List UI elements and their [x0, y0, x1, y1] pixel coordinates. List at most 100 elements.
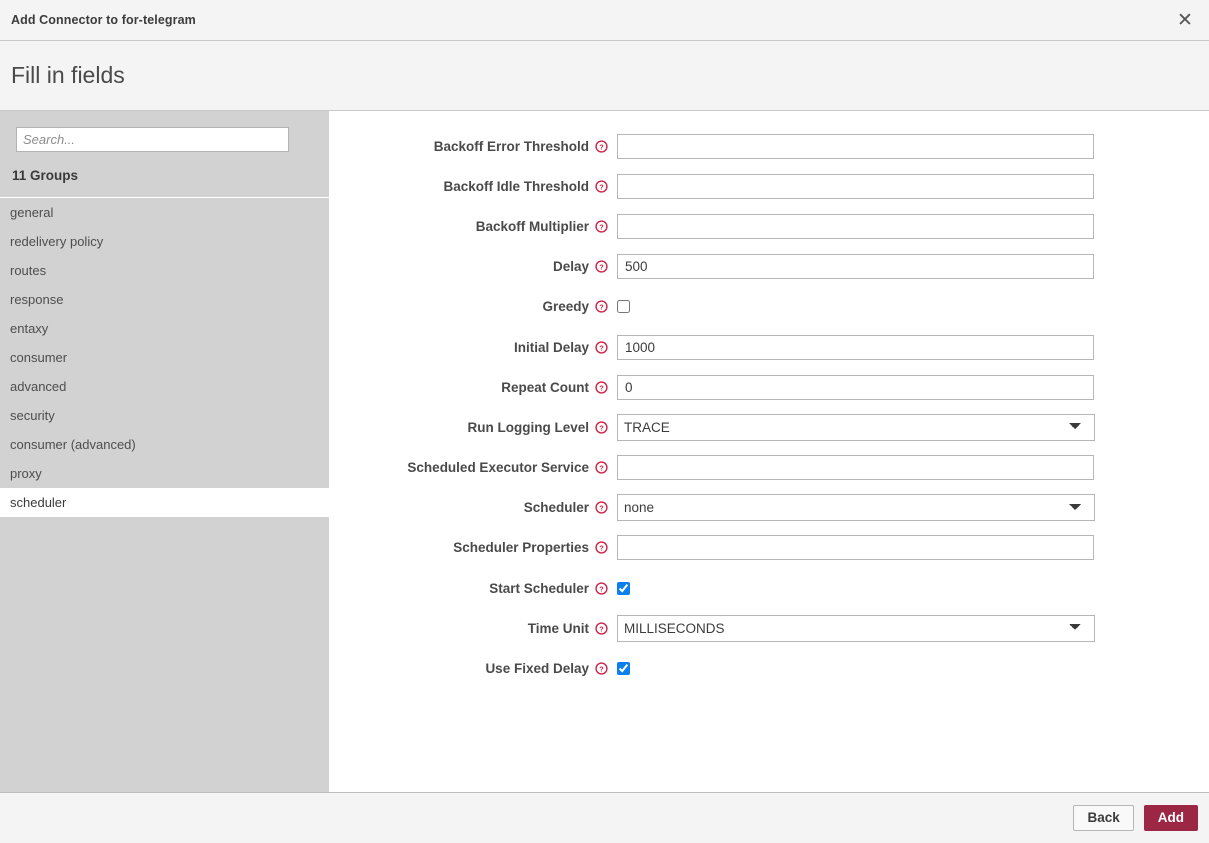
search-input[interactable] — [16, 127, 289, 152]
help-circle-icon[interactable]: ? — [595, 622, 608, 635]
field-label-text: Scheduler — [524, 500, 589, 515]
close-icon[interactable]: ✕ — [1172, 7, 1198, 33]
field-row-scheduler-properties: Scheduler Properties ? — [329, 528, 1209, 568]
field-row-repeat-count: Repeat Count ? — [329, 367, 1209, 407]
help-circle-icon[interactable]: ? — [595, 501, 608, 514]
sidebar-item-label: proxy — [10, 466, 42, 481]
field-row-use-fixed-delay: Use Fixed Delay ? — [329, 648, 1209, 688]
svg-text:?: ? — [599, 262, 604, 271]
help-circle-icon[interactable]: ? — [595, 461, 608, 474]
field-control-wrap — [617, 254, 1209, 279]
svg-text:?: ? — [599, 624, 604, 633]
field-row-backoff-error-threshold: Backoff Error Threshold ? — [329, 126, 1209, 166]
field-row-delay: Delay ? — [329, 247, 1209, 287]
field-label-text: Delay — [553, 259, 589, 274]
wizard-step-header: Fill in fields — [0, 41, 1209, 111]
back-button[interactable]: Back — [1073, 805, 1133, 831]
field-control-wrap — [617, 455, 1209, 480]
select-run-logging-level[interactable]: TRACE — [617, 414, 1095, 441]
input-initial-delay[interactable] — [617, 335, 1094, 360]
input-repeat-count[interactable] — [617, 375, 1094, 400]
field-control-wrap — [617, 300, 1209, 313]
select-time-unit[interactable]: MILLISECONDS — [617, 615, 1095, 642]
input-scheduled-executor-service[interactable] — [617, 455, 1094, 480]
field-label-start-scheduler: Start Scheduler ? — [329, 581, 617, 596]
field-control-wrap — [617, 535, 1209, 560]
field-label-text: Backoff Error Threshold — [434, 139, 589, 154]
svg-text:?: ? — [599, 182, 604, 191]
input-backoff-error-threshold[interactable] — [617, 134, 1094, 159]
help-circle-icon[interactable]: ? — [595, 180, 608, 193]
field-row-scheduler: Scheduler ? none — [329, 488, 1209, 528]
help-circle-icon[interactable]: ? — [595, 381, 608, 394]
sidebar-item-label: general — [10, 205, 53, 220]
svg-text:?: ? — [599, 584, 604, 593]
add-connector-dialog: Add Connector to for-telegram ✕ Fill in … — [0, 0, 1209, 843]
svg-text:?: ? — [599, 423, 604, 432]
field-row-start-scheduler: Start Scheduler ? — [329, 568, 1209, 608]
sidebar-item-label: consumer (advanced) — [10, 437, 136, 452]
dialog-footer: Back Add — [0, 793, 1209, 843]
sidebar-item-security[interactable]: security — [0, 401, 329, 430]
input-scheduler-properties[interactable] — [617, 535, 1094, 560]
input-backoff-multiplier[interactable] — [617, 214, 1094, 239]
sidebar-item-proxy[interactable]: proxy — [0, 459, 329, 488]
sidebar-item-consumer[interactable]: consumer — [0, 343, 329, 372]
field-label-backoff-multiplier: Backoff Multiplier ? — [329, 219, 617, 234]
field-control-wrap: TRACE — [617, 414, 1209, 441]
select-scheduler[interactable]: none — [617, 494, 1095, 521]
dialog-titlebar: Add Connector to for-telegram ✕ — [0, 0, 1209, 41]
field-label-repeat-count: Repeat Count ? — [329, 380, 617, 395]
groups-sidebar: 11 Groups general redelivery policy rout… — [0, 111, 329, 792]
help-circle-icon[interactable]: ? — [595, 421, 608, 434]
field-row-scheduled-executor-service: Scheduled Executor Service ? — [329, 448, 1209, 488]
help-circle-icon[interactable]: ? — [595, 300, 608, 313]
dialog-title: Add Connector to for-telegram — [11, 13, 196, 27]
help-circle-icon[interactable]: ? — [595, 541, 608, 554]
field-row-backoff-multiplier: Backoff Multiplier ? — [329, 206, 1209, 246]
sidebar-item-routes[interactable]: routes — [0, 256, 329, 285]
checkbox-use-fixed-delay[interactable] — [617, 662, 630, 675]
input-delay[interactable] — [617, 254, 1094, 279]
field-control-wrap: none — [617, 494, 1209, 521]
checkbox-greedy[interactable] — [617, 300, 630, 313]
add-button[interactable]: Add — [1144, 805, 1198, 831]
svg-text:?: ? — [599, 222, 604, 231]
sidebar-item-label: response — [10, 292, 63, 307]
field-control-wrap — [617, 582, 1209, 595]
sidebar-item-general[interactable]: general — [0, 198, 329, 227]
sidebar-item-redelivery-policy[interactable]: redelivery policy — [0, 227, 329, 256]
field-control-wrap — [617, 174, 1209, 199]
help-circle-icon[interactable]: ? — [595, 341, 608, 354]
field-label-text: Backoff Multiplier — [476, 219, 589, 234]
field-label-delay: Delay ? — [329, 259, 617, 274]
help-circle-icon[interactable]: ? — [595, 260, 608, 273]
field-label-text: Run Logging Level — [468, 420, 590, 435]
svg-text:?: ? — [599, 343, 604, 352]
help-circle-icon[interactable]: ? — [595, 220, 608, 233]
sidebar-item-consumer-advanced[interactable]: consumer (advanced) — [0, 430, 329, 459]
field-label-text: Greedy — [542, 299, 589, 314]
field-label-text: Repeat Count — [501, 380, 589, 395]
field-control-wrap: MILLISECONDS — [617, 615, 1209, 642]
field-control-wrap — [617, 134, 1209, 159]
field-label-scheduled-executor-service: Scheduled Executor Service ? — [329, 460, 617, 475]
sidebar-item-entaxy[interactable]: entaxy — [0, 314, 329, 343]
field-label-text: Backoff Idle Threshold — [443, 179, 589, 194]
svg-text:?: ? — [599, 463, 604, 472]
sidebar-item-advanced[interactable]: advanced — [0, 372, 329, 401]
help-circle-icon[interactable]: ? — [595, 662, 608, 675]
sidebar-item-scheduler[interactable]: scheduler — [0, 488, 329, 517]
groups-count-label: 11 Groups — [0, 152, 329, 197]
sidebar-item-label: security — [10, 408, 55, 423]
sidebar-item-response[interactable]: response — [0, 285, 329, 314]
help-circle-icon[interactable]: ? — [595, 582, 608, 595]
help-circle-icon[interactable]: ? — [595, 140, 608, 153]
svg-text:?: ? — [599, 544, 604, 553]
checkbox-start-scheduler[interactable] — [617, 582, 630, 595]
search-container — [0, 111, 329, 152]
sidebar-item-label: routes — [10, 263, 46, 278]
svg-text:?: ? — [599, 664, 604, 673]
field-label-text: Start Scheduler — [489, 581, 589, 596]
input-backoff-idle-threshold[interactable] — [617, 174, 1094, 199]
